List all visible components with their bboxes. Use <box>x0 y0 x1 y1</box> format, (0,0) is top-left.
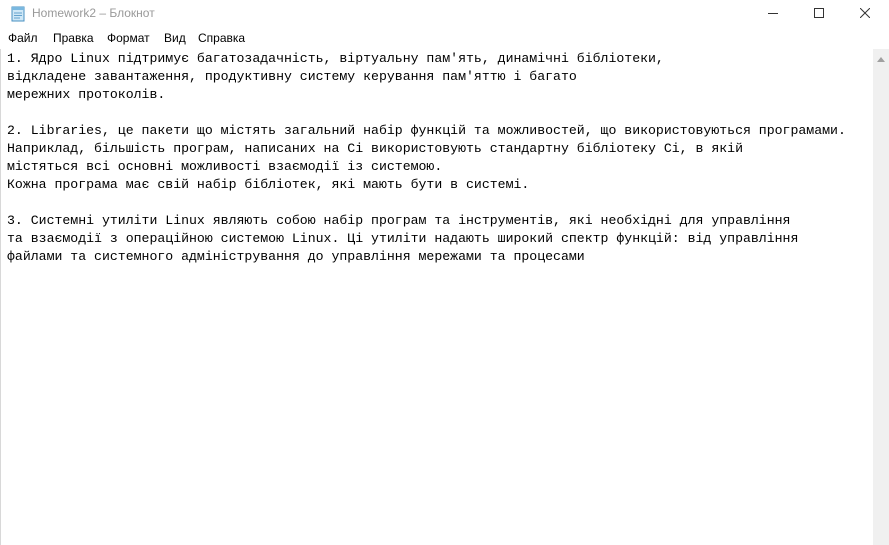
minimize-icon <box>768 5 778 23</box>
menu-edit[interactable]: Правка <box>53 31 94 45</box>
menu-file[interactable]: Файл <box>8 31 38 45</box>
close-icon <box>859 5 871 23</box>
editor-line: відкладене завантаження, продуктивну сис… <box>7 69 577 84</box>
editor-line: 3. Системні утиліти Linux являють собою … <box>7 213 791 228</box>
maximize-button[interactable] <box>796 0 842 28</box>
close-button[interactable] <box>842 0 888 28</box>
scroll-up-button[interactable] <box>873 49 889 66</box>
maximize-icon <box>814 5 824 23</box>
menu-format[interactable]: Формат <box>107 31 150 45</box>
menu-view[interactable]: Вид <box>164 31 186 45</box>
scroll-up-arrow-icon <box>877 49 885 67</box>
editor-line: 2. Libraries, це пакети що містять загал… <box>7 123 846 138</box>
title-bar[interactable]: Homework2 – Блокнот <box>0 0 889 28</box>
vertical-scrollbar[interactable] <box>873 49 889 545</box>
text-editor[interactable]: 1. Ядро Linux підтримує багатозадачність… <box>0 49 873 545</box>
editor-line: мережних протоколів. <box>7 87 166 102</box>
editor-line: 1. Ядро Linux підтримує багатозадачність… <box>7 51 664 66</box>
editor-line: Кожна програма має свій набір бібліотек,… <box>7 177 530 192</box>
minimize-button[interactable] <box>750 0 796 28</box>
editor-line: файлами та системного адміністрування до… <box>7 249 585 264</box>
menu-bar: Файл Правка Формат Вид Справка <box>0 28 889 48</box>
editor-line: та взаємодії з операційною системою Linu… <box>7 231 799 246</box>
window-title: Homework2 – Блокнот <box>32 6 155 20</box>
editor-line: містяться всі основні можливості взаємод… <box>7 159 443 174</box>
notepad-icon <box>10 5 26 22</box>
menu-help[interactable]: Справка <box>198 31 245 45</box>
editor-line: Наприклад, більшість програм, написаних … <box>7 141 743 156</box>
